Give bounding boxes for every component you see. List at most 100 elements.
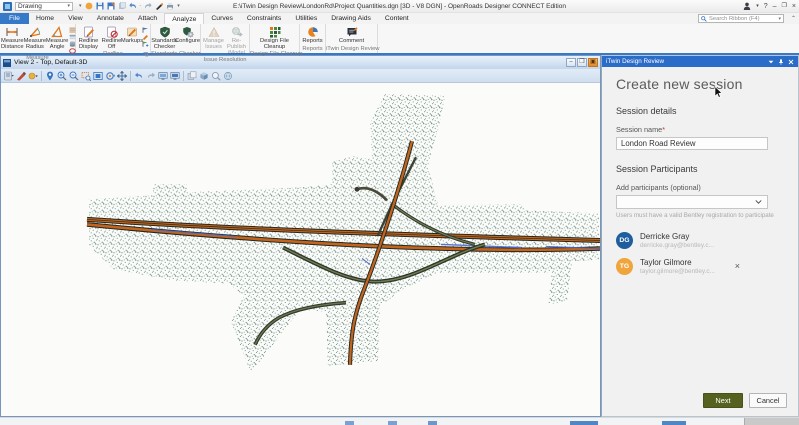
- user-dropdown-icon[interactable]: ▾: [756, 0, 759, 13]
- tab-home[interactable]: Home: [29, 13, 61, 24]
- standards-checker-button[interactable]: Standards Checker: [151, 25, 178, 50]
- marker-pen-icon[interactable]: [155, 2, 164, 10]
- ribbon-group-itwin-design-review: Comment iTwin Design Review: [326, 24, 379, 53]
- status-icon[interactable]: [570, 421, 598, 425]
- status-icon[interactable]: [428, 421, 437, 425]
- redline-pen-icon[interactable]: [142, 34, 149, 40]
- undo-icon[interactable]: [128, 2, 137, 10]
- measure-distance-button[interactable]: Measure Distance: [1, 25, 24, 54]
- save-icon[interactable]: [96, 2, 104, 10]
- window-area-icon[interactable]: [81, 71, 91, 81]
- next-button[interactable]: Next: [703, 393, 743, 408]
- reports-button[interactable]: Reports: [301, 25, 324, 45]
- view-attributes-icon[interactable]: [4, 71, 14, 81]
- measure-angle-button[interactable]: Measure Angle: [46, 25, 68, 54]
- update-view-icon[interactable]: [45, 71, 55, 81]
- ribbon-empty-space: [378, 24, 799, 53]
- panel-title-bar[interactable]: iTwin Design Review: [602, 56, 798, 67]
- copy-view-icon[interactable]: [187, 71, 197, 81]
- participant-name: Taylor Gilmore: [640, 258, 692, 267]
- bentley-connect-icon[interactable]: [85, 2, 93, 10]
- fit-view-icon[interactable]: [93, 71, 103, 81]
- view-restore-button[interactable]: ❐: [577, 58, 587, 67]
- panel-close-icon[interactable]: [788, 59, 794, 65]
- save-settings-icon[interactable]: [107, 2, 115, 10]
- cancel-button[interactable]: Cancel: [749, 393, 787, 408]
- clip-volume-icon[interactable]: [199, 71, 209, 81]
- add-participants-label: Add participants (optional): [616, 183, 701, 192]
- redline-display-button[interactable]: Redline Display: [77, 25, 100, 50]
- close-button[interactable]: ×: [792, 0, 796, 13]
- rotate-view-icon[interactable]: [105, 71, 115, 81]
- mouse-cursor: [714, 86, 723, 98]
- required-marker: *: [662, 125, 666, 134]
- view-setup-icon[interactable]: [28, 71, 38, 81]
- redline-display-icon: [83, 26, 94, 38]
- flag-add-icon[interactable]: [142, 41, 149, 47]
- flag-icon[interactable]: [142, 27, 149, 33]
- drawing-canvas[interactable]: [1, 83, 600, 416]
- tab-utilities[interactable]: Utilities: [288, 13, 324, 24]
- panel-pin-icon[interactable]: [778, 58, 784, 65]
- comment-button[interactable]: Comment: [339, 25, 365, 45]
- clip-mask-icon[interactable]: [211, 71, 221, 81]
- tab-constraints[interactable]: Constraints: [240, 13, 288, 24]
- participant-row: DG Derricke Gray derricke.gray@bentley.c…: [616, 232, 784, 249]
- manage-issues-icon: [207, 26, 220, 37]
- undo-dropdown-icon[interactable]: -: [140, 3, 142, 9]
- status-icon[interactable]: [388, 421, 397, 425]
- tab-view[interactable]: View: [61, 13, 90, 24]
- markups-button[interactable]: Markups: [121, 25, 143, 50]
- participant-email: derricke.gray@bentley.c...: [640, 242, 714, 249]
- tab-attach[interactable]: Attach: [131, 13, 164, 24]
- group-label-reports: Reports: [302, 46, 323, 52]
- qat-overflow-icon[interactable]: ▾: [79, 3, 82, 9]
- minimize-button[interactable]: –: [773, 0, 777, 13]
- zoom-in-icon[interactable]: [57, 71, 67, 81]
- workflow-selector[interactable]: Drawing ▾: [15, 1, 73, 11]
- view-next-icon[interactable]: [170, 71, 180, 81]
- tab-file[interactable]: File: [0, 13, 29, 24]
- tab-drawing-aids[interactable]: Drawing Aids: [324, 13, 378, 24]
- search-ribbon-input[interactable]: Search Ribbon (F4) ▾: [698, 14, 784, 23]
- pan-view-icon[interactable]: [117, 70, 127, 81]
- configure-button[interactable]: Configure: [175, 25, 200, 50]
- design-file-cleanup-button[interactable]: Design File Cleanup: [257, 25, 293, 50]
- view-rotate-left-icon[interactable]: [134, 71, 144, 81]
- tab-content[interactable]: Content: [378, 13, 416, 24]
- user-account-icon[interactable]: [743, 2, 751, 10]
- dialog-launcher-icon[interactable]: [143, 52, 148, 57]
- session-name-input[interactable]: [616, 137, 768, 150]
- tab-annotate[interactable]: Annotate: [90, 13, 131, 24]
- tab-analyze[interactable]: Analyze: [164, 13, 205, 24]
- display-style-brush-icon[interactable]: [16, 71, 26, 81]
- print-icon[interactable]: [166, 2, 174, 10]
- collapse-ribbon-icon[interactable]: ⌃: [791, 15, 796, 22]
- tab-curves[interactable]: Curves: [204, 13, 240, 24]
- view-rotate-right-icon[interactable]: [146, 71, 156, 81]
- design-file-cleanup-icon: [269, 27, 280, 38]
- view-minimize-button[interactable]: –: [566, 58, 576, 67]
- ribbon-group-reports: Reports Reports: [300, 24, 326, 53]
- compress-icon[interactable]: [118, 2, 126, 10]
- remove-participant-icon[interactable]: ×: [735, 262, 740, 271]
- view-close-button[interactable]: ▣: [588, 58, 598, 67]
- qat-customize-icon[interactable]: ▾: [177, 3, 180, 9]
- navigation-globe-icon[interactable]: [223, 71, 233, 81]
- status-bar-right-section: [744, 418, 799, 425]
- redline-off-button[interactable]: Redline Off: [100, 25, 123, 50]
- measure-radius-button[interactable]: Measure Radius: [24, 25, 46, 54]
- add-participants-dropdown[interactable]: [616, 195, 768, 209]
- search-icon: [701, 15, 707, 22]
- status-icon[interactable]: [662, 421, 686, 425]
- view-previous-icon[interactable]: [158, 71, 168, 81]
- restore-button[interactable]: ❐: [782, 0, 787, 13]
- panel-dropdown-icon[interactable]: [768, 59, 774, 65]
- redo-icon[interactable]: [144, 2, 152, 10]
- help-icon[interactable]: ?: [764, 0, 768, 13]
- zoom-out-icon[interactable]: [69, 71, 79, 81]
- view-toolbar: [1, 69, 600, 83]
- status-icon[interactable]: [345, 421, 354, 425]
- create-session-form: Create new session Session details Sessi…: [602, 67, 798, 416]
- search-dropdown-icon[interactable]: ▾: [778, 16, 781, 22]
